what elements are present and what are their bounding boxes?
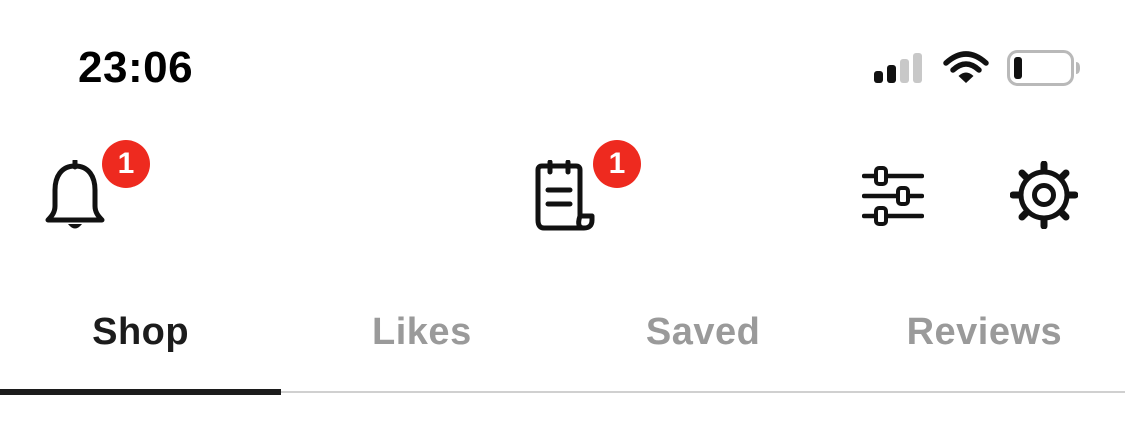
orders-button[interactable]: [530, 160, 598, 232]
settings-button[interactable]: [1010, 161, 1078, 229]
sliders-icon: [862, 164, 924, 228]
status-time: 23:06: [78, 43, 194, 92]
notifications-badge: 1: [102, 140, 150, 188]
tab-shop[interactable]: Shop: [0, 300, 281, 392]
gear-icon: [1010, 161, 1078, 229]
tab-bar: Shop Likes Saved Reviews: [0, 300, 1125, 392]
filter-button[interactable]: [862, 164, 924, 228]
receipt-icon: [530, 160, 598, 232]
tab-likes[interactable]: Likes: [281, 300, 562, 392]
battery-icon: [1007, 50, 1081, 86]
cellular-signal-icon: [873, 51, 925, 85]
wifi-icon: [943, 51, 989, 85]
status-icons: [873, 46, 1081, 90]
notifications-button[interactable]: [42, 160, 108, 234]
bell-icon: [42, 160, 108, 234]
tab-saved[interactable]: Saved: [563, 300, 844, 392]
tab-reviews[interactable]: Reviews: [844, 300, 1125, 392]
active-tab-indicator: [0, 389, 282, 395]
orders-badge: 1: [593, 140, 641, 188]
